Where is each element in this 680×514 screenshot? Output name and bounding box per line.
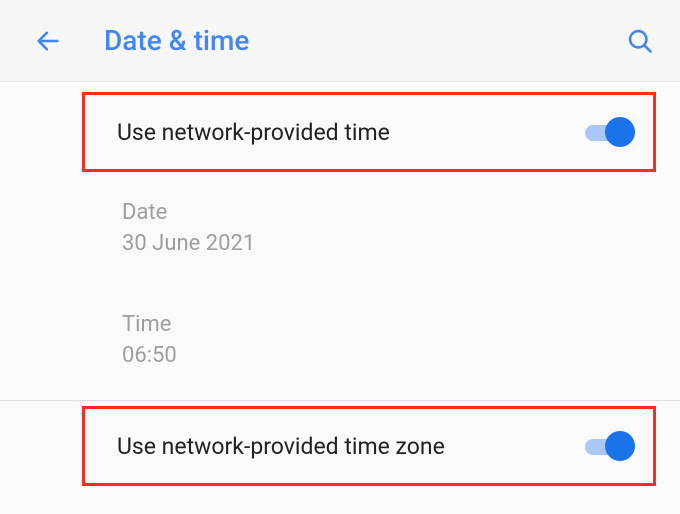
search-button[interactable] bbox=[622, 23, 658, 59]
time-label: Time bbox=[122, 312, 648, 337]
page-title: Date & time bbox=[104, 24, 622, 57]
toggle-thumb bbox=[605, 117, 635, 147]
time-row[interactable]: Time 06:50 bbox=[0, 284, 680, 396]
settings-content: Use network-provided time Date 30 June 2… bbox=[0, 82, 680, 486]
date-row[interactable]: Date 30 June 2021 bbox=[0, 172, 680, 284]
arrow-left-icon bbox=[34, 27, 62, 55]
time-value: 06:50 bbox=[122, 343, 648, 368]
use-network-time-label: Use network-provided time bbox=[117, 119, 583, 146]
date-value: 30 June 2021 bbox=[122, 231, 648, 256]
back-button[interactable] bbox=[30, 23, 66, 59]
date-label: Date bbox=[122, 200, 648, 225]
use-network-timezone-toggle[interactable] bbox=[583, 431, 635, 461]
use-network-timezone-row[interactable]: Use network-provided time zone bbox=[82, 406, 656, 486]
section-divider bbox=[0, 400, 680, 401]
use-network-time-toggle[interactable] bbox=[583, 117, 635, 147]
toggle-thumb bbox=[605, 431, 635, 461]
app-header: Date & time bbox=[0, 0, 680, 82]
search-icon bbox=[626, 27, 654, 55]
use-network-time-row[interactable]: Use network-provided time bbox=[82, 92, 656, 172]
use-network-timezone-label: Use network-provided time zone bbox=[117, 433, 583, 460]
